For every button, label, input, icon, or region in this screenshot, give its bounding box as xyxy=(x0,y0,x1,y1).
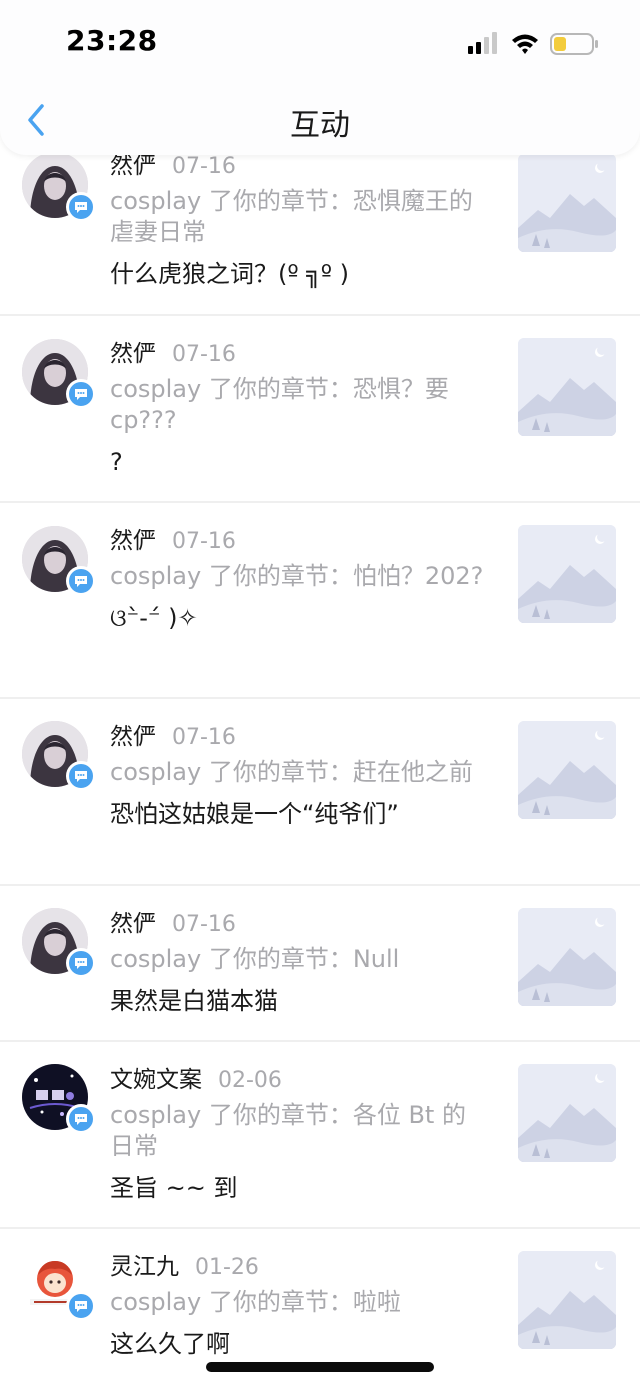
avatar[interactable] xyxy=(22,721,96,791)
chapter-thumbnail[interactable] xyxy=(518,525,616,623)
user-name[interactable]: 然俨 xyxy=(110,341,156,367)
timestamp: 07-16 xyxy=(172,725,236,750)
user-name[interactable]: 文婉文案 xyxy=(110,1067,202,1093)
user-name[interactable]: 然俨 xyxy=(110,911,156,937)
avatar[interactable] xyxy=(22,908,96,978)
list-item[interactable]: 然俨 07-16 cosplay 了你的章节：恐惧？要cp??? ? xyxy=(0,316,640,503)
top-bar: 23:28 互动 xyxy=(0,0,640,155)
action-text: cosplay 了你的章节：啦啦 xyxy=(110,1288,401,1316)
list-item[interactable]: 然俨 07-16 cosplay 了你的章节：Null 果然是白猫本猫 xyxy=(0,886,640,1042)
comment-text: ଓ⁻̀-⁻́ )✧ xyxy=(110,604,198,632)
list-item[interactable]: 然俨 07-16 cosplay 了你的章节：赶在他之前 恐怕这姑娘是一个“纯爷们… xyxy=(0,699,640,886)
action-text: cosplay 了你的章节：怕怕？202? xyxy=(110,562,484,590)
wifi-icon xyxy=(512,34,538,54)
timestamp: 07-16 xyxy=(172,342,236,367)
timestamp: 07-16 xyxy=(172,912,236,937)
comment-text: 恐怕这姑娘是一个“纯爷们” xyxy=(110,800,399,828)
chat-bubble-icon xyxy=(66,566,96,596)
chat-bubble-icon xyxy=(66,1291,96,1321)
comment-text: 这么久了啊 xyxy=(110,1330,230,1358)
avatar[interactable] xyxy=(22,1064,96,1134)
signal-icon xyxy=(468,32,497,54)
list-item[interactable]: 然俨 07-16 cosplay 了你的章节：怕怕？202? ଓ⁻̀-⁻́ )✧ xyxy=(0,503,640,699)
avatar[interactable] xyxy=(22,339,96,409)
comment-text: 什么虎狼之词？(º ╗º ) xyxy=(110,260,350,288)
chapter-thumbnail[interactable] xyxy=(518,721,616,819)
chat-bubble-icon xyxy=(66,1104,96,1134)
comment-text: ? xyxy=(110,448,123,476)
action-text: cosplay 了你的章节：赶在他之前 xyxy=(110,758,473,786)
user-name[interactable]: 然俨 xyxy=(110,153,156,179)
status-icons xyxy=(466,30,600,56)
timestamp: 07-16 xyxy=(172,154,236,179)
chat-bubble-icon xyxy=(66,948,96,978)
chapter-thumbnail[interactable] xyxy=(518,1251,616,1349)
chat-bubble-icon xyxy=(66,761,96,791)
avatar[interactable] xyxy=(22,526,96,596)
chapter-thumbnail[interactable] xyxy=(518,908,616,1006)
action-text: cosplay 了你的章节：恐惧魔王的虐妻日常 xyxy=(110,187,473,246)
status-time: 23:28 xyxy=(66,24,158,57)
battery-icon xyxy=(550,33,598,55)
comment-text: 圣旨 ~~ 到 xyxy=(110,1174,238,1202)
chat-bubble-icon xyxy=(66,379,96,409)
user-name[interactable]: 然俨 xyxy=(110,528,156,554)
timestamp: 01-26 xyxy=(195,1255,259,1280)
avatar[interactable] xyxy=(22,1251,96,1321)
chapter-thumbnail[interactable] xyxy=(518,154,616,252)
avatar[interactable] xyxy=(22,152,96,222)
home-indicator[interactable] xyxy=(206,1362,434,1372)
timestamp: 02-06 xyxy=(218,1068,282,1093)
list-item[interactable]: 然俨 07-16 cosplay 了你的章节：恐惧魔王的虐妻日常 什么虎狼之词？(… xyxy=(0,140,640,316)
action-text: cosplay 了你的章节：恐惧？要cp??? xyxy=(110,375,449,434)
comment-text: 果然是白猫本猫 xyxy=(110,987,278,1015)
user-name[interactable]: 灵江九 xyxy=(110,1254,179,1280)
interaction-list: 然俨 07-16 cosplay 了你的章节：恐惧魔王的虐妻日常 什么虎狼之词？(… xyxy=(0,0,640,1385)
chat-bubble-icon xyxy=(66,192,96,222)
user-name[interactable]: 然俨 xyxy=(110,724,156,750)
action-text: cosplay 了你的章节：各位 Bt 的日常 xyxy=(110,1101,466,1160)
page-title: 互动 xyxy=(290,108,350,143)
action-text: cosplay 了你的章节：Null xyxy=(110,945,400,973)
timestamp: 07-16 xyxy=(172,529,236,554)
list-item[interactable]: 文婉文案 02-06 cosplay 了你的章节：各位 Bt 的日常 圣旨 ~~ … xyxy=(0,1042,640,1229)
chapter-thumbnail[interactable] xyxy=(518,1064,616,1162)
chapter-thumbnail[interactable] xyxy=(518,338,616,436)
